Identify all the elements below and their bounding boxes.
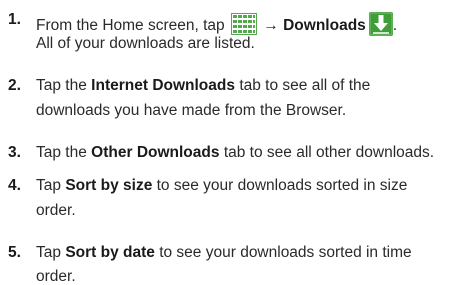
- step-text: Tap Sort by size to see your downloads s…: [36, 178, 407, 194]
- other-downloads-tab-label: Other Downloads: [91, 144, 220, 161]
- download-arrow-icon: [368, 12, 393, 36]
- step-3-post: tab to see all other downloads.: [223, 144, 435, 161]
- step-text: Tap the Other Downloads tab to see all o…: [36, 145, 434, 161]
- step-text: From the Home screen, tap → Downloads .: [36, 12, 397, 36]
- step-number: 5.: [8, 244, 21, 261]
- step-4-post: to see your downloads sorted in size: [156, 177, 408, 194]
- step-text: Tap Sort by date to see your downloads s…: [36, 245, 412, 261]
- step-4-pre: Tap: [36, 177, 61, 194]
- step-1-suffix: .: [392, 17, 398, 34]
- downloads-label: Downloads: [283, 17, 366, 34]
- step-text-continued: order.: [36, 202, 76, 219]
- step-2-post: tab to see all of the: [239, 77, 371, 94]
- step-number: 2.: [8, 77, 21, 94]
- step-number: 3.: [8, 144, 21, 161]
- step-1-prefix: From the Home screen, tap: [36, 17, 225, 34]
- apps-grid-icon: [230, 13, 257, 35]
- step-number: 4.: [8, 177, 21, 194]
- step-5-pre: Tap: [36, 244, 61, 261]
- step-3-pre: Tap the: [36, 144, 87, 161]
- step-text-continued: downloads you have made from the Browser…: [36, 102, 347, 119]
- sort-by-date-label: Sort by date: [65, 244, 155, 261]
- step-text-continued: order.: [36, 268, 76, 285]
- internet-downloads-tab-label: Internet Downloads: [91, 77, 235, 94]
- sort-by-size-label: Sort by size: [65, 177, 153, 194]
- step-5-post: to see your downloads sorted in time: [159, 244, 412, 261]
- step-text-continued: All of your downloads are listed.: [36, 35, 255, 52]
- step-number: 1.: [8, 11, 21, 28]
- arrow-glyph: →: [263, 17, 279, 34]
- step-text: Tap the Internet Downloads tab to see al…: [36, 78, 370, 94]
- step-2-pre: Tap the: [36, 77, 87, 94]
